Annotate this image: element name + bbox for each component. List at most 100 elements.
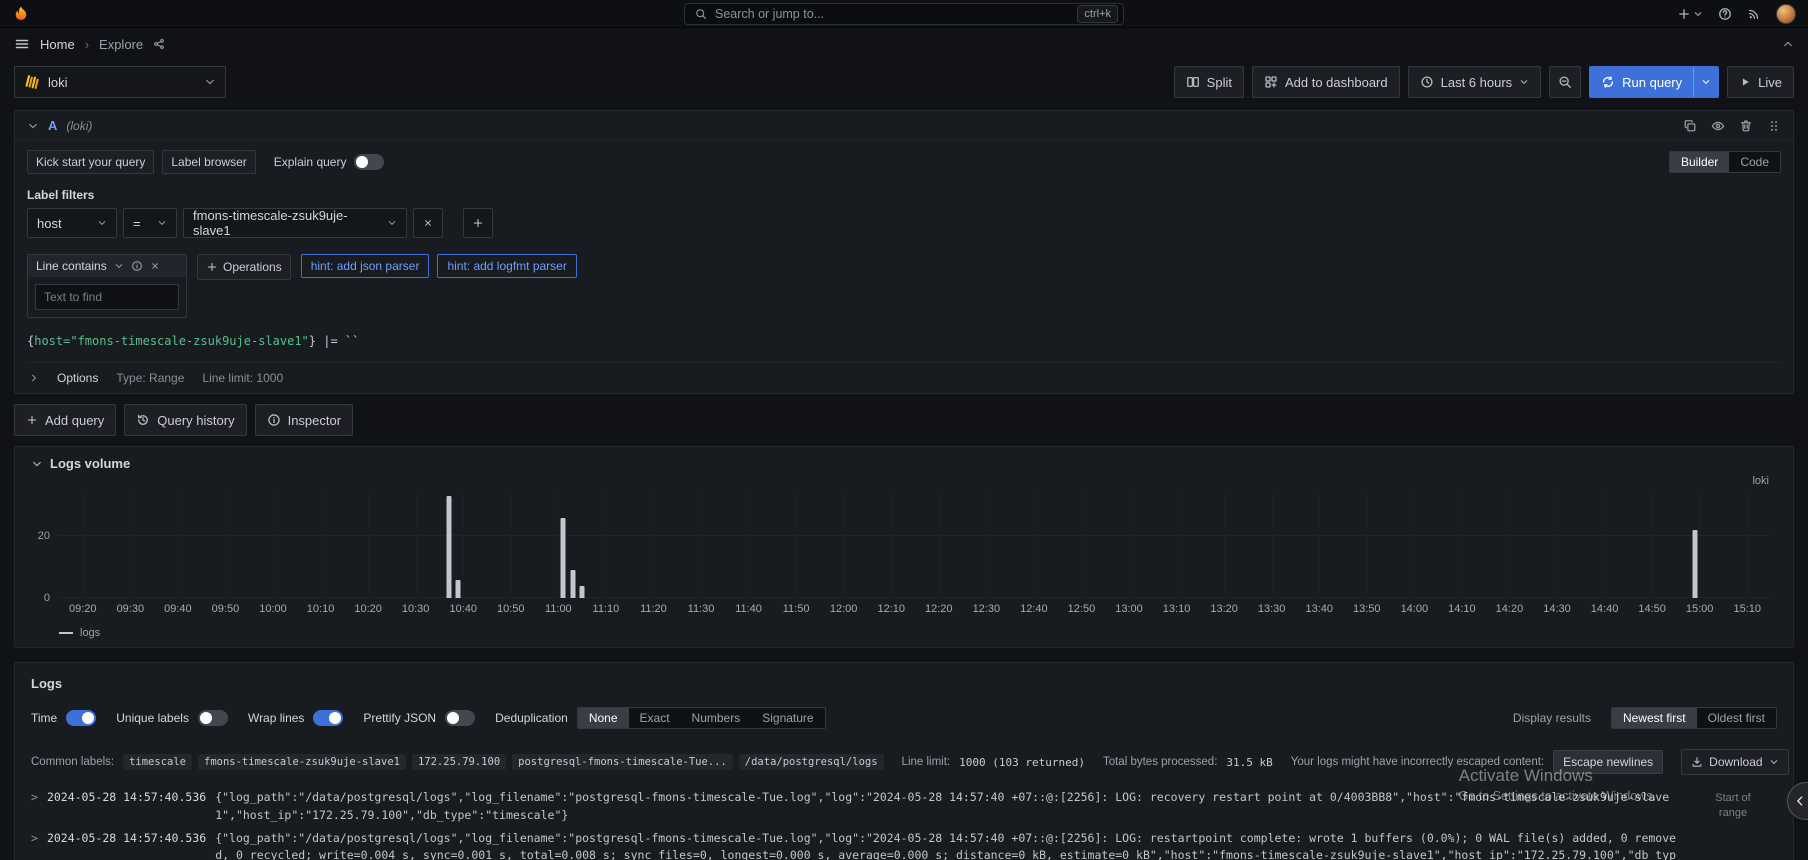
label-filters-title: Label filters [27, 188, 1781, 202]
toggle-switch[interactable] [198, 710, 228, 726]
grafana-logo[interactable] [12, 5, 30, 23]
y-tick-label: 20 [38, 530, 50, 542]
total-bytes-value: 31.5 kB [1226, 756, 1272, 769]
add-to-dashboard-label: Add to dashboard [1285, 75, 1388, 90]
explain-query-label: Explain query [274, 155, 347, 169]
toggle-switch[interactable] [445, 710, 475, 726]
logs-volume-header[interactable]: Logs volume [25, 453, 1783, 474]
label-browser-button[interactable]: Label browser [162, 150, 255, 174]
info-icon[interactable] [131, 260, 143, 272]
remove-label-filter-button[interactable] [413, 208, 443, 238]
news-button[interactable] [1747, 7, 1761, 21]
x-gridline [891, 490, 892, 598]
escape-newlines-button[interactable]: Escape newlines [1553, 750, 1663, 774]
text-to-find-input[interactable] [35, 284, 179, 310]
datasource-picker[interactable]: loki [14, 66, 226, 98]
query-ref-id[interactable]: A [48, 118, 57, 133]
label-key-select[interactable]: host [27, 208, 117, 238]
help-button[interactable] [1718, 7, 1732, 21]
series-tag[interactable]: loki [1752, 475, 1769, 487]
x-gridline [653, 490, 654, 598]
add-query-label: Add query [45, 413, 104, 428]
expand-row-icon[interactable]: > [31, 789, 38, 807]
add-operation-button[interactable]: Operations [197, 254, 291, 280]
search-shortcut-badge: ctrl+k [1077, 5, 1118, 23]
add-label-filter-button[interactable] [463, 208, 493, 238]
split-button[interactable]: Split [1174, 66, 1244, 98]
zoom-out-icon [1558, 75, 1572, 89]
editor-mode-builder[interactable]: Builder [1670, 152, 1729, 172]
x-gridline [1414, 490, 1415, 598]
query-options-row[interactable]: Options Type: Range Line limit: 1000 [27, 362, 1781, 393]
volume-bar[interactable] [456, 580, 461, 599]
run-query-button[interactable]: Run query [1590, 67, 1693, 97]
collapse-query-icon[interactable] [27, 120, 39, 132]
editor-mode-code[interactable]: Code [1729, 152, 1780, 172]
x-gridline [796, 490, 797, 598]
log-control-time: Time [31, 710, 96, 726]
volume-bar[interactable] [570, 570, 575, 598]
collapse-panel-icon[interactable] [31, 458, 43, 470]
run-query-interval-dropdown[interactable] [1693, 67, 1718, 97]
x-tick-label: 11:50 [783, 603, 810, 615]
operation-header[interactable]: Line contains [28, 255, 186, 277]
volume-bar[interactable] [580, 586, 585, 598]
options-type: Type: Range [116, 371, 184, 385]
dedup-option-signature[interactable]: Signature [751, 708, 824, 728]
mega-menu-toggle[interactable] [14, 36, 30, 52]
y-gridline [59, 535, 1771, 536]
new-menu-button[interactable] [1677, 7, 1703, 21]
label-value-select[interactable]: fmons-timescale-zsuk9uje-slave1 [183, 208, 407, 238]
logs-volume-chart: 020 loki [25, 490, 1783, 598]
toggle-knob [200, 712, 212, 724]
dedup-option-exact[interactable]: Exact [629, 708, 681, 728]
search-input[interactable] [715, 7, 1069, 21]
zoom-out-time-button[interactable] [1549, 66, 1581, 98]
volume-bar[interactable] [561, 518, 566, 598]
user-avatar[interactable] [1776, 4, 1796, 24]
drag-query-handle[interactable] [1767, 119, 1781, 133]
dedup-option-numbers[interactable]: Numbers [681, 708, 752, 728]
legend-label[interactable]: logs [80, 627, 100, 639]
duplicate-query-button[interactable] [1683, 119, 1697, 133]
add-query-button[interactable]: Add query [14, 404, 116, 436]
explain-query-toggle[interactable] [354, 154, 384, 170]
x-tick-label: 11:20 [640, 603, 667, 615]
x-tick-label: 10:20 [354, 603, 382, 615]
kick-start-query-button[interactable]: Kick start your query [27, 150, 154, 174]
dedup-option-none[interactable]: None [578, 708, 629, 728]
breadcrumb-explore[interactable]: Explore [99, 37, 143, 52]
log-row[interactable]: >2024-05-28 14:57:40.536{"log_path":"/da… [31, 789, 1681, 825]
query-editor-toolbar: Kick start your query Label browser Expl… [15, 141, 1793, 174]
x-gridline [1747, 490, 1748, 598]
display-option-oldest-first[interactable]: Oldest first [1697, 708, 1776, 728]
inspector-button[interactable]: Inspector [255, 404, 353, 436]
breadcrumb-home[interactable]: Home [40, 37, 75, 52]
log-row[interactable]: >2024-05-28 14:57:40.536{"log_path":"/da… [31, 830, 1681, 860]
live-button[interactable]: Live [1727, 66, 1794, 98]
copy-icon [1683, 119, 1697, 133]
share-shortcut-button[interactable] [153, 38, 165, 50]
label-operator-select[interactable]: = [123, 208, 177, 238]
search-bar[interactable]: ctrl+k [684, 3, 1124, 25]
query-history-button[interactable]: Query history [124, 404, 246, 436]
toggle-switch[interactable] [66, 710, 96, 726]
logs-volume-legend[interactable]: logs [59, 627, 1783, 639]
remove-query-button[interactable] [1739, 119, 1753, 133]
download-button[interactable]: Download [1681, 749, 1788, 775]
query-hint-button[interactable]: hint: add logfmt parser [437, 254, 576, 278]
remove-operation-icon[interactable] [150, 261, 160, 271]
log-message: {"log_path":"/data/postgresql/logs","log… [215, 830, 1681, 860]
dock-topnav-button[interactable] [1782, 38, 1794, 50]
toggle-switch[interactable] [313, 710, 343, 726]
query-hint-button[interactable]: hint: add json parser [301, 254, 430, 278]
x-tick-label: 10:50 [497, 603, 525, 615]
display-option-newest-first[interactable]: Newest first [1612, 708, 1697, 728]
volume-bar[interactable] [446, 496, 451, 598]
disable-query-button[interactable] [1711, 119, 1725, 133]
volume-bar[interactable] [1692, 530, 1697, 598]
expand-row-icon[interactable]: > [31, 830, 38, 848]
time-range-picker[interactable]: Last 6 hours [1408, 66, 1542, 98]
add-to-dashboard-button[interactable]: Add to dashboard [1252, 66, 1400, 98]
plus-icon [1677, 7, 1691, 21]
